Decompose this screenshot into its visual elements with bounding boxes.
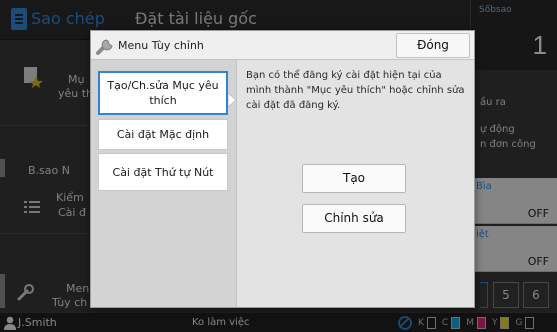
edit-button[interactable]: Chỉnh sửa [302, 204, 406, 233]
wrench-icon [96, 39, 113, 55]
dialog-header: Menu Tùy chỉnh Đóng [91, 31, 474, 60]
selection-pointer-icon [228, 93, 236, 107]
close-button[interactable]: Đóng [396, 33, 470, 58]
menu-item-default-settings[interactable]: Cài đặt Mặc định [98, 119, 228, 150]
menu-item-button-order[interactable]: Cài đặt Thứ tự Nút [98, 153, 228, 191]
create-button[interactable]: Tạo [302, 164, 406, 193]
menu-item-favorites[interactable]: Tạo/Ch.sửa Mục yêu thích [98, 71, 228, 115]
content-panel: Bạn có thể đăng ký cài đặt hiện tại của … [236, 60, 474, 307]
description-text: Bạn có thể đăng ký cài đặt hiện tại của … [246, 70, 465, 111]
custom-menu-dialog: Menu Tùy chỉnh Đóng Tạo/Ch.sửa Mục yêu t… [90, 30, 475, 308]
dialog-title: Menu Tùy chỉnh [118, 39, 204, 52]
